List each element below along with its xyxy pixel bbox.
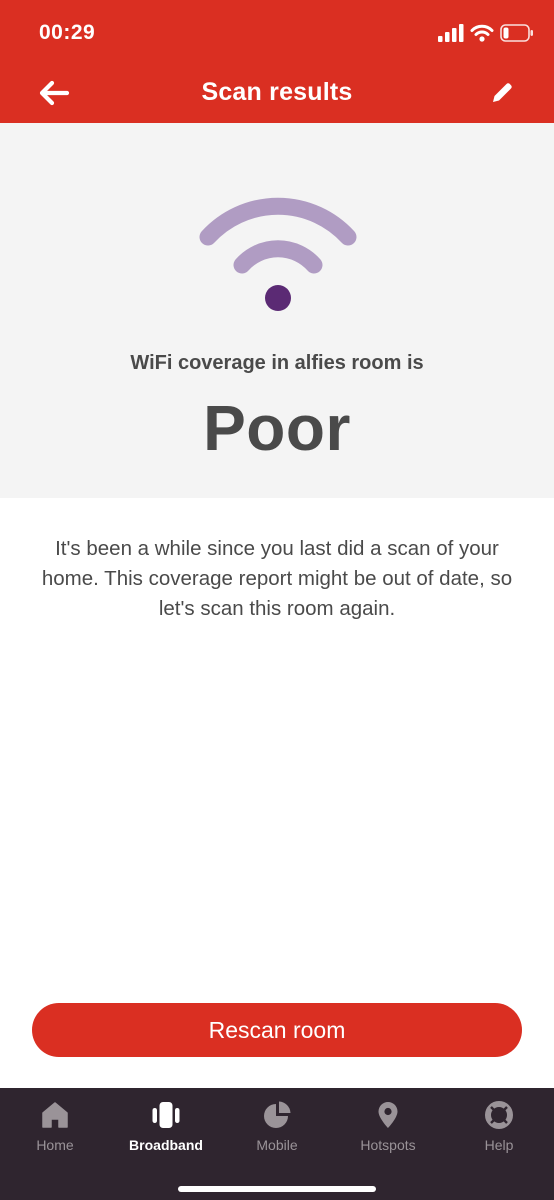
tab-hotspots-label: Hotspots bbox=[360, 1137, 416, 1153]
coverage-heading: WiFi coverage in alfies room is bbox=[130, 352, 424, 374]
pencil-icon bbox=[493, 83, 512, 102]
tab-help[interactable]: Help bbox=[444, 1098, 554, 1162]
pie-chart-icon bbox=[264, 1101, 291, 1128]
wifi-signal-icon bbox=[199, 197, 357, 311]
lifebuoy-icon bbox=[485, 1101, 513, 1129]
router-icon bbox=[152, 1102, 180, 1128]
edit-button[interactable] bbox=[484, 76, 520, 110]
tab-mobile-label: Mobile bbox=[256, 1137, 298, 1153]
coverage-rating: Poor bbox=[203, 392, 351, 464]
wifi-status-icon bbox=[470, 24, 494, 42]
tab-home-label: Home bbox=[36, 1137, 74, 1153]
tab-hotspots[interactable]: Hotspots bbox=[333, 1098, 443, 1162]
page-title: Scan results bbox=[201, 78, 353, 106]
stale-scan-message: It's been a while since you last did a s… bbox=[41, 537, 513, 620]
tab-broadband[interactable]: Broadband bbox=[111, 1098, 221, 1162]
rescan-room-button[interactable]: Rescan room bbox=[32, 1003, 522, 1057]
house-icon bbox=[42, 1102, 68, 1128]
scan-results-screen: 00:29 Scan results WiFi coverage in alfi… bbox=[0, 0, 554, 1200]
tab-help-label: Help bbox=[484, 1137, 514, 1153]
home-indicator bbox=[178, 1186, 376, 1192]
tab-broadband-label: Broadband bbox=[129, 1137, 203, 1153]
bottom-tab-bar: Home Broadband Mobile Hotspots Help bbox=[0, 1088, 554, 1200]
tab-home[interactable]: Home bbox=[0, 1098, 110, 1162]
tab-mobile[interactable]: Mobile bbox=[222, 1098, 332, 1162]
status-icons bbox=[438, 22, 534, 44]
map-pin-icon bbox=[378, 1102, 398, 1128]
top-bar: 00:29 Scan results bbox=[0, 0, 554, 123]
status-time: 00:29 bbox=[39, 21, 96, 44]
battery-icon bbox=[500, 24, 533, 42]
cellular-signal-icon bbox=[438, 24, 464, 42]
coverage-panel: WiFi coverage in alfies room is Poor bbox=[0, 123, 554, 498]
